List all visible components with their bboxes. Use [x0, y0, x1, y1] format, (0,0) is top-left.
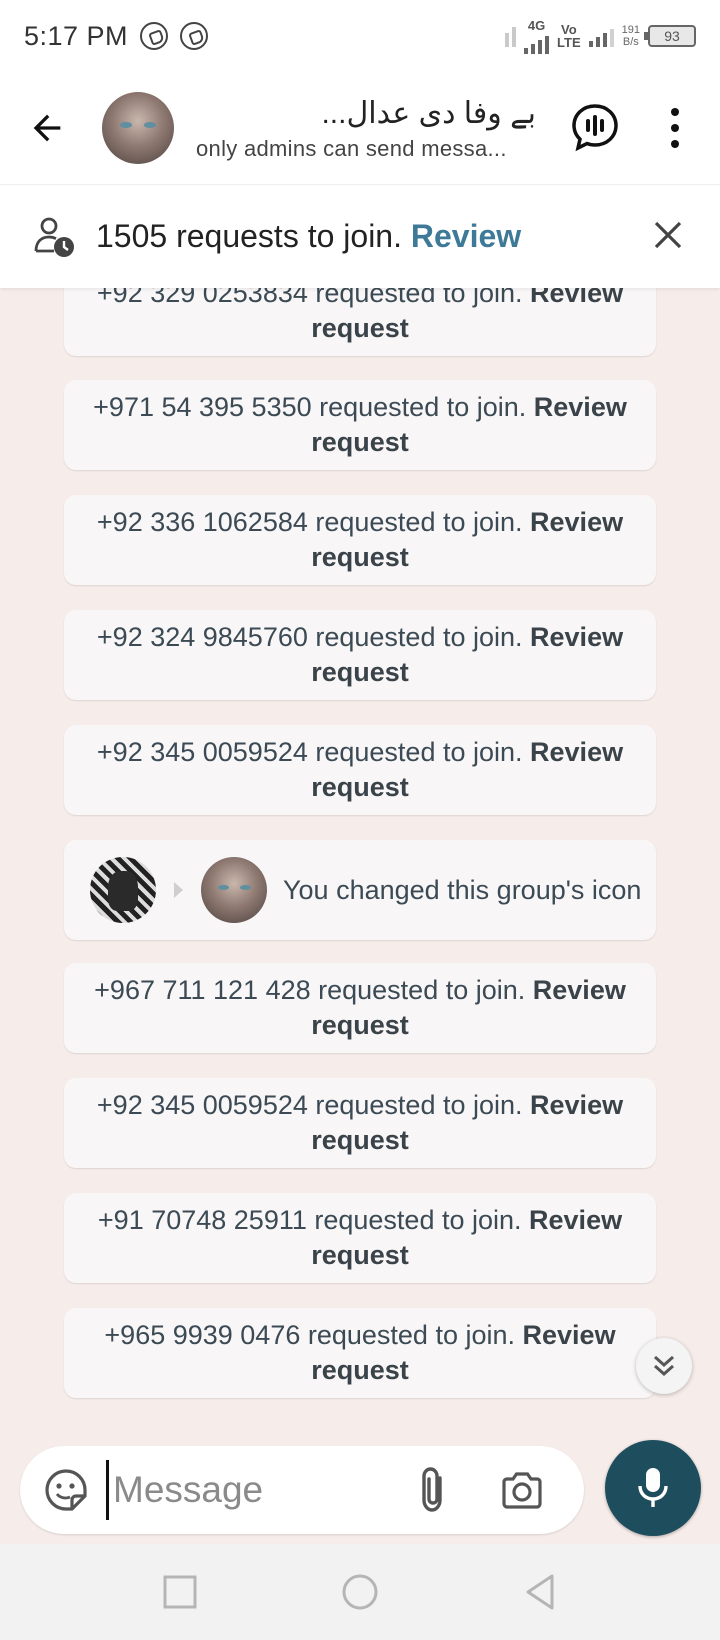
- requests-summary: 1505 requests to join. Review: [96, 218, 521, 255]
- join-request-message: +92 345 0059524 requested to join. Revie…: [64, 725, 656, 815]
- sticker-emoji-icon: [45, 1469, 87, 1511]
- network-speed: 191 B/s: [622, 24, 640, 48]
- scroll-to-bottom-button[interactable]: [636, 1338, 692, 1394]
- new-group-icon[interactable]: [201, 857, 267, 923]
- recents-button[interactable]: [156, 1568, 204, 1616]
- message-text: +92 336 1062584 requested to join.: [96, 507, 523, 537]
- circle-icon: [342, 1574, 378, 1610]
- home-button[interactable]: [336, 1568, 384, 1616]
- more-options-button[interactable]: [660, 98, 690, 158]
- status-bar: 5:17 PM 4G Vo LTE 191 B/s 93: [0, 0, 720, 72]
- signal-icon: [524, 32, 550, 54]
- camera-button[interactable]: [500, 1468, 544, 1512]
- volte-bottom: LTE: [557, 35, 581, 50]
- review-requests-link[interactable]: Review: [411, 218, 521, 254]
- join-request-message: +971 54 395 5350 requested to join. Revi…: [64, 380, 656, 470]
- speed-value: 191: [621, 24, 640, 36]
- message-text: +967 711 121 428 requested to join.: [94, 975, 526, 1005]
- chat-header: بے وفا دی عدال... only admins can send m…: [0, 72, 720, 184]
- join-request-message: +92 345 0059524 requested to join. Revie…: [64, 1078, 656, 1168]
- volte-indicator: Vo LTE: [557, 23, 581, 49]
- group-subtitle: only admins can send messa...: [196, 136, 507, 161]
- message-text: +971 54 395 5350 requested to join.: [93, 392, 527, 422]
- join-request-message: +92 324 9845760 requested to join. Revie…: [64, 610, 656, 700]
- message-text: +92 345 0059524 requested to join.: [96, 1090, 523, 1120]
- speed-unit: B/s: [622, 36, 639, 48]
- microphone-icon: [638, 1468, 668, 1507]
- camera-icon: [502, 1472, 542, 1509]
- attach-button[interactable]: [412, 1464, 456, 1516]
- old-group-icon[interactable]: [90, 857, 156, 923]
- whatsapp-notification-icon: [140, 22, 169, 50]
- message-text: +92 345 0059524 requested to join.: [96, 737, 523, 767]
- square-icon: [163, 1575, 197, 1609]
- back-nav-button[interactable]: [516, 1568, 564, 1616]
- signal-icon: [588, 25, 614, 47]
- status-time: 5:17 PM: [24, 20, 129, 51]
- message-input[interactable]: [106, 1460, 366, 1520]
- network-indicator: 4G: [524, 17, 550, 54]
- message-text: +92 329 0253834 requested to join.: [96, 288, 523, 308]
- close-icon: [654, 221, 682, 249]
- message-composer: [20, 1446, 584, 1534]
- back-button[interactable]: [12, 93, 82, 163]
- network-type: 4G: [527, 17, 546, 33]
- requests-count-text: 1505 requests to join.: [96, 218, 402, 254]
- join-request-message: +92 336 1062584 requested to join. Revie…: [64, 495, 656, 585]
- join-request-message: +967 711 121 428 requested to join. Revi…: [64, 963, 656, 1053]
- paperclip-icon: [422, 1467, 442, 1512]
- triangle-back-icon: [526, 1574, 554, 1610]
- double-chevron-down-icon: [654, 1355, 674, 1377]
- join-request-message: +91 70748 25911 requested to join. Revie…: [64, 1193, 656, 1283]
- arrow-right-icon: [174, 882, 183, 898]
- group-info[interactable]: بے وفا دی عدال... only admins can send m…: [196, 94, 536, 162]
- voice-message-button[interactable]: [605, 1440, 701, 1536]
- join-requests-banner: 1505 requests to join. Review: [0, 184, 720, 288]
- person-clock-icon: [32, 215, 76, 259]
- sticker-button[interactable]: [42, 1466, 90, 1514]
- message-text: +965 9939 0476 requested to join.: [104, 1320, 515, 1350]
- group-name: بے وفا دی عدال...: [321, 97, 536, 130]
- message-text: You changed this group's icon: [283, 875, 642, 905]
- voice-chat-button[interactable]: [570, 102, 620, 152]
- whatsapp-notification-icon: [180, 22, 209, 50]
- message-text: +92 324 9845760 requested to join.: [96, 622, 523, 652]
- dismiss-banner-button[interactable]: [650, 217, 686, 253]
- arrow-left-icon: [33, 114, 61, 142]
- more-vertical-icon: [671, 108, 679, 116]
- join-request-message: +965 9939 0476 requested to join. Review…: [64, 1308, 656, 1398]
- group-avatar[interactable]: [102, 92, 174, 164]
- battery-icon: 93: [644, 25, 696, 47]
- wifi-calling-icon: [505, 25, 517, 47]
- voice-chat-icon: [572, 104, 618, 152]
- message-text: +91 70748 25911 requested to join.: [97, 1205, 522, 1235]
- status-indicators: 4G Vo LTE 191 B/s 93: [505, 19, 696, 54]
- message-list[interactable]: +92 329 0253834 requested to join. Revie…: [0, 288, 720, 1438]
- system-navigation-bar: [0, 1544, 720, 1640]
- group-icon-change-message: You changed this group's icon: [64, 840, 656, 940]
- join-request-message: +92 329 0253834 requested to join. Revie…: [64, 288, 656, 356]
